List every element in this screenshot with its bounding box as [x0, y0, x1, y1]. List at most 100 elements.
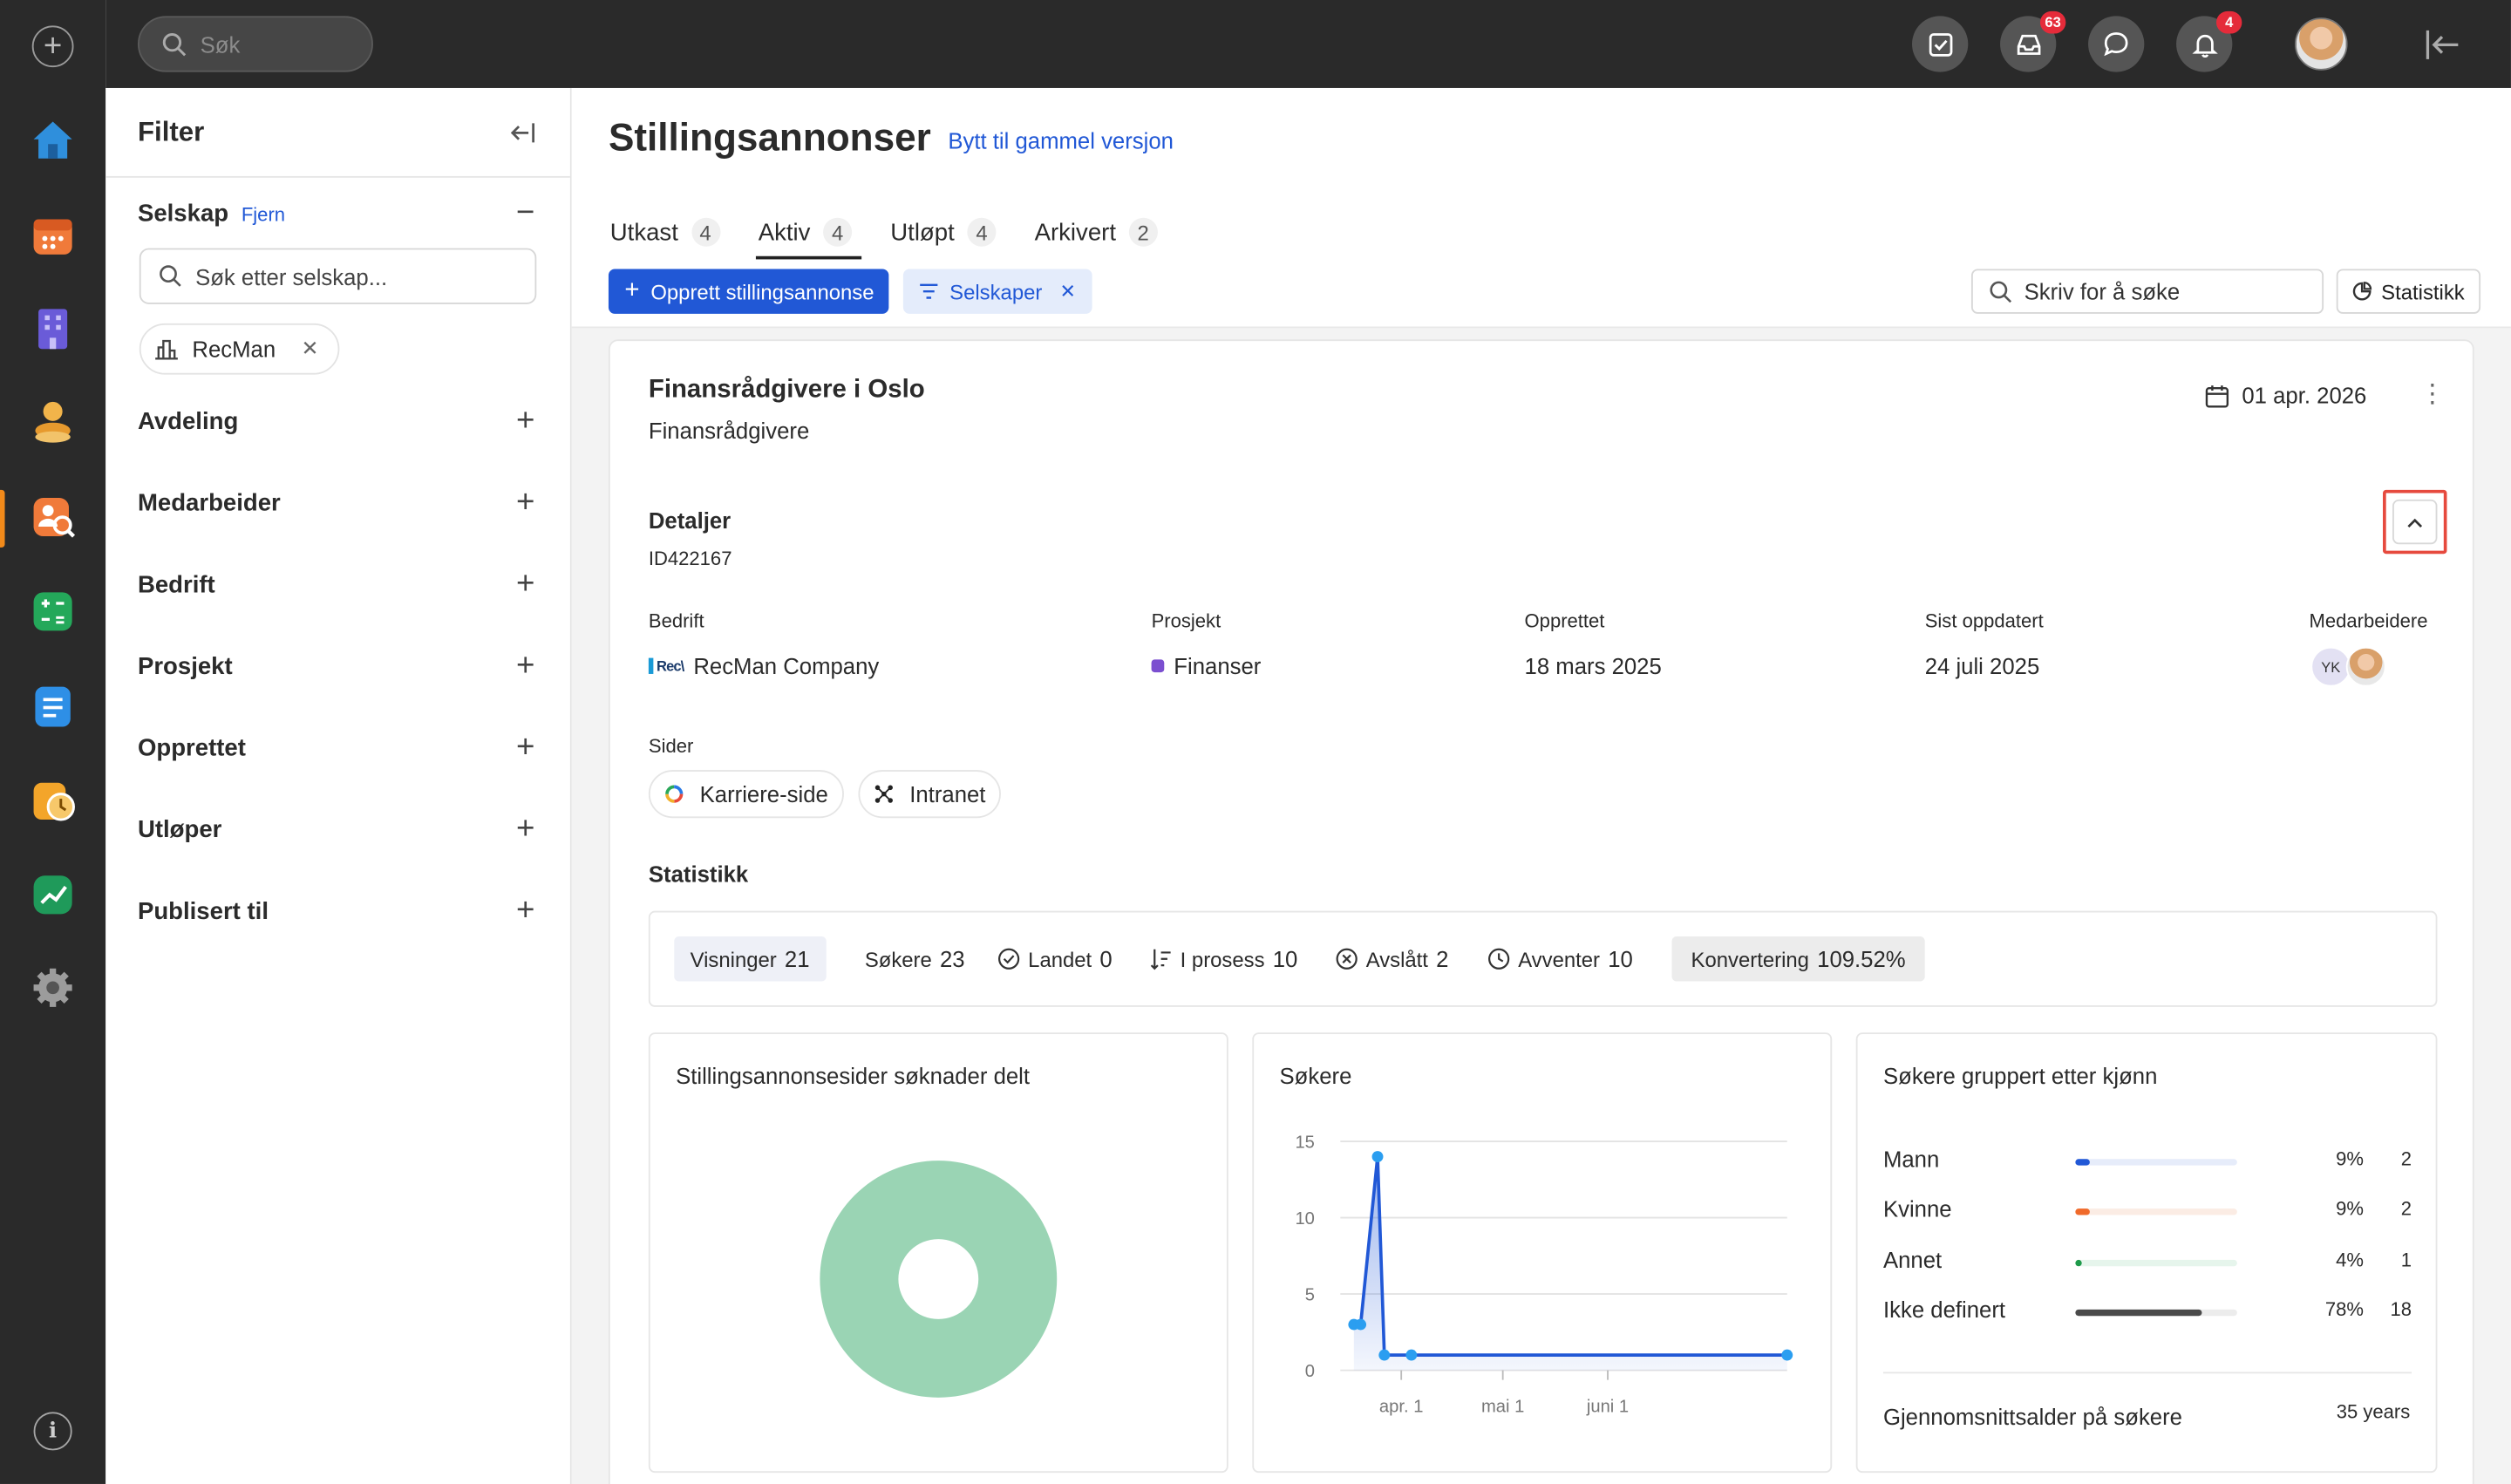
close-icon[interactable]: ✕ [302, 337, 319, 362]
stat-sokere[interactable]: Søkere 23 [848, 936, 980, 981]
statistics-button[interactable]: Statistikk [2336, 269, 2481, 314]
search-icon [160, 265, 181, 287]
tab-aktiv[interactable]: Aktiv 4 [755, 210, 861, 260]
remove-selskap-link[interactable]: Fjern [242, 202, 285, 225]
tab-utlopt[interactable]: Utløpt 4 [890, 210, 999, 255]
bedrift-value[interactable]: Rec\ RecMan Company [648, 653, 880, 679]
tab-utkast[interactable]: Utkast 4 [610, 210, 724, 255]
stat-landet[interactable]: Landet 0 [982, 936, 1128, 981]
chat-button[interactable] [2088, 16, 2145, 72]
filter-section-medarbeider[interactable]: Medarbeider + [105, 463, 570, 545]
global-search-input[interactable] [200, 31, 344, 58]
plus-icon[interactable]: + [516, 812, 534, 848]
inbox-icon [2016, 34, 2040, 54]
gender-label: Mann [1882, 1146, 1940, 1172]
x-tick-label: mai 1 [1481, 1397, 1524, 1416]
home-icon[interactable] [25, 112, 79, 167]
global-search[interactable] [137, 16, 373, 72]
documents-app-icon[interactable] [25, 678, 79, 732]
filter-header: Filter [105, 88, 570, 178]
prosjekt-value[interactable]: Finanser [1151, 653, 1261, 678]
medarbeider-avatar-initials[interactable]: YK [2310, 646, 2351, 687]
bedrift-label: Bedrift [648, 609, 704, 633]
intranet-icon [874, 785, 893, 803]
filter-section-avdeling[interactable]: Avdeling + [105, 381, 570, 463]
prosjekt-label: Prosjekt [1151, 609, 1221, 633]
plus-icon[interactable]: + [516, 485, 534, 521]
gender-row: Kvinne 9% 2 [1883, 1195, 2412, 1228]
filter-section-publisert[interactable]: Publisert til + [105, 871, 570, 953]
collapse-filter-icon[interactable] [509, 121, 534, 144]
more-options-icon[interactable]: ⋮ [2419, 382, 2445, 408]
stat-value: 109.52% [1817, 946, 1906, 972]
selskap-search-input[interactable] [195, 263, 516, 289]
tasks-button[interactable] [1912, 16, 1969, 72]
stat-label: I prosess [1180, 946, 1265, 971]
selskaper-filter-chip[interactable]: Selskaper ✕ [902, 269, 1092, 314]
minus-icon[interactable]: − [516, 194, 534, 231]
gender-percent: 78% [2324, 1297, 2364, 1321]
plus-icon[interactable]: + [516, 404, 534, 440]
plus-icon[interactable]: + [516, 567, 534, 603]
selskap-search[interactable] [139, 248, 537, 304]
close-icon[interactable]: ✕ [1060, 280, 1076, 303]
gender-bar-track [2075, 1309, 2237, 1317]
gender-panel-title: Søkere gruppert etter kjønn [1882, 1063, 2158, 1089]
calendar-app-icon[interactable] [25, 208, 79, 262]
notifications-button[interactable]: 4 [2176, 10, 2242, 72]
tab-arkivert[interactable]: Arkivert 2 [1035, 210, 1161, 255]
analytics-app-icon[interactable] [25, 868, 79, 922]
stat-konvertering[interactable]: Konvertering 109.52% [1671, 936, 1925, 982]
job-search-input[interactable] [2024, 278, 2305, 304]
settings-app-icon[interactable] [25, 961, 79, 1015]
filter-section-selskap[interactable]: Selskap Fjern − [105, 178, 570, 248]
data-point [1371, 1151, 1384, 1162]
status-tabs: Utkast 4 Aktiv 4 Utløpt 4 Arkivert 2 [610, 210, 1196, 260]
job-search[interactable] [1970, 269, 2324, 314]
add-icon[interactable]: + [31, 25, 74, 68]
collapse-panel-icon[interactable] [2423, 25, 2461, 64]
collapse-details-button[interactable] [2383, 489, 2447, 555]
stat-visninger[interactable]: Visninger 21 [674, 936, 826, 982]
bedrift-name: RecMan Company [693, 653, 880, 679]
stat-avslatt[interactable]: Avslått 2 [1319, 936, 1464, 981]
active-app-indicator [0, 489, 5, 548]
medarbeider-avatar-photo[interactable] [2345, 646, 2386, 687]
plus-icon[interactable]: + [516, 893, 534, 929]
line-chart-panel: Søkere 0 5 10 15 apr. 1 mai 1 juni 1 [1252, 1032, 1833, 1474]
gender-panel: Søkere gruppert etter kjønn Mann 9% 2 Kvinn… [1855, 1032, 2438, 1474]
filter-section-utloper[interactable]: Utløper + [105, 789, 570, 871]
selskap-chip[interactable]: RecMan ✕ [139, 323, 340, 375]
x-circle-icon [1336, 948, 1358, 970]
create-job-ad-button[interactable]: + Opprett stillingsannonse [608, 269, 889, 314]
stat-label: Konvertering [1691, 946, 1809, 971]
page-chip-intranet[interactable]: Intranet [858, 770, 1002, 819]
app-window: + i Søk 63 4 Filter Selskap Fjern − Søk … [0, 0, 2511, 1484]
filter-section-bedrift[interactable]: Bedrift + [105, 544, 570, 626]
data-point [1378, 1349, 1391, 1361]
user-avatar[interactable] [2294, 17, 2348, 71]
timesheet-app-icon[interactable] [25, 773, 79, 827]
job-search-app-icon[interactable] [25, 490, 79, 544]
plus-icon[interactable]: + [516, 730, 534, 766]
inbox-button[interactable]: 63 [2000, 10, 2066, 72]
page-chip-karriere[interactable]: Karriere-side [648, 770, 845, 819]
stat-i-prosess[interactable]: I prosess 10 [1133, 936, 1313, 981]
stat-value: 10 [1272, 946, 1298, 972]
page-chip-label: Intranet [909, 780, 986, 807]
old-version-link[interactable]: Bytt til gammel versjon [948, 128, 1174, 153]
filter-section-prosjekt[interactable]: Prosjekt + [105, 626, 570, 708]
plus-icon[interactable]: + [516, 649, 534, 685]
info-icon[interactable]: i [33, 1412, 72, 1451]
tab-label: Aktiv [758, 218, 811, 246]
candidates-app-icon[interactable] [25, 394, 79, 448]
job-title[interactable]: Finansrådgivere i Oslo [649, 376, 925, 405]
search-icon [162, 32, 187, 56]
pie-chart-icon [2352, 282, 2372, 301]
main-content: Stillingsannonser Bytt til gammel versjo… [571, 87, 2511, 1484]
filter-section-opprettet[interactable]: Opprettet + [105, 708, 570, 790]
building-app-icon[interactable] [25, 301, 79, 355]
stat-avventer[interactable]: Avventer 10 [1472, 936, 1649, 981]
data-point [1781, 1349, 1793, 1361]
calculator-app-icon[interactable] [25, 584, 79, 638]
